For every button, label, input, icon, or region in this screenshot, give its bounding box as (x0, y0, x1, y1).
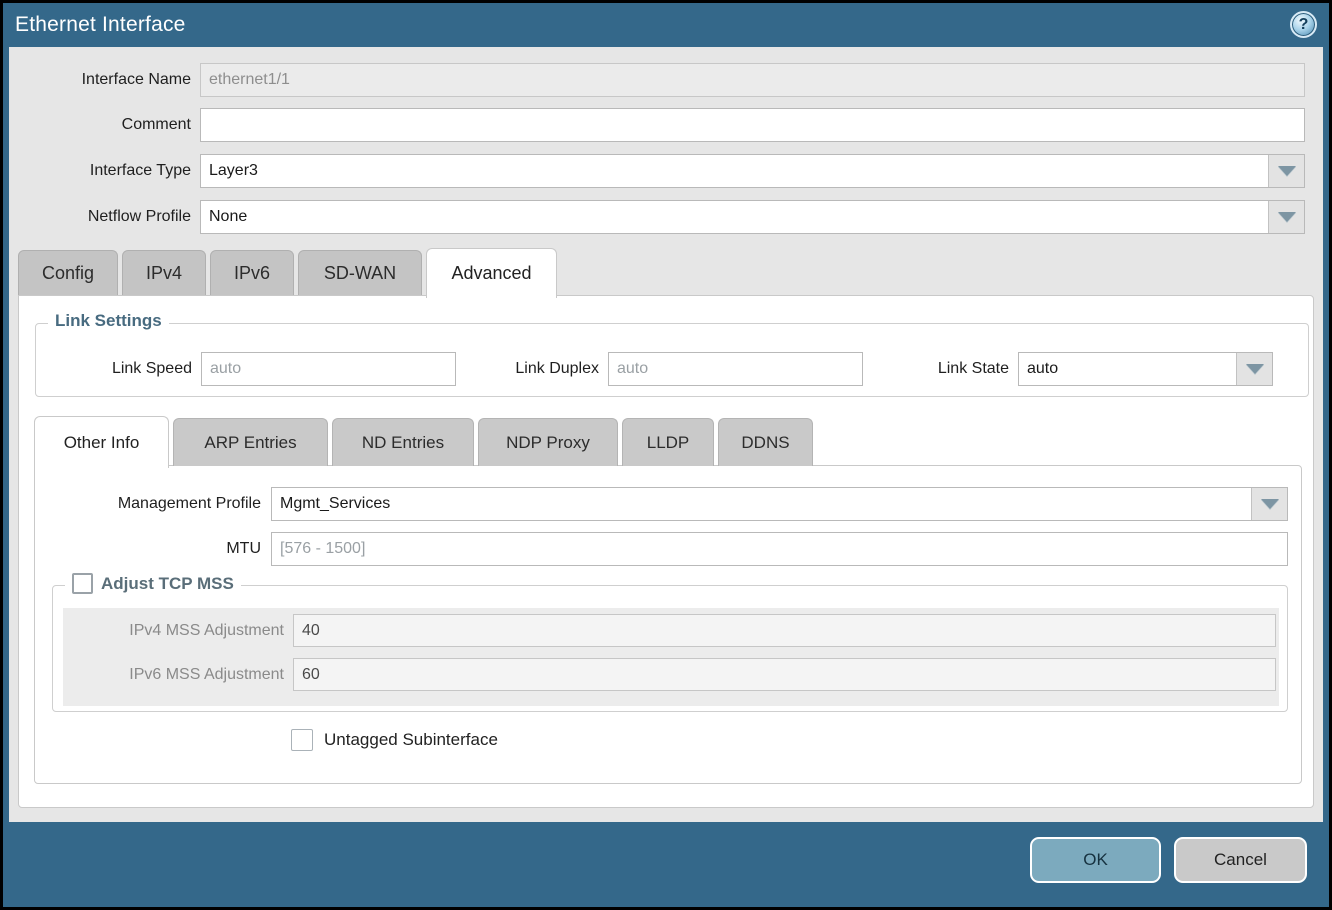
ipv4-mss-label: IPv4 MSS Adjustment (63, 622, 293, 640)
adjust-tcp-mss-legend: Adjust TCP MSS (65, 573, 241, 594)
netflow-profile-row: Netflow Profile None (9, 200, 1305, 234)
ethernet-interface-dialog: Ethernet Interface ? Interface Name Comm… (0, 0, 1332, 910)
title-bar: Ethernet Interface ? (3, 3, 1329, 47)
adjust-tcp-mss-checkbox[interactable] (72, 573, 93, 594)
ipv4-mss-row: IPv4 MSS Adjustment 40 (63, 614, 1279, 647)
tab-arp-entries[interactable]: ARP Entries (173, 418, 328, 466)
management-profile-dropdown-button[interactable] (1251, 488, 1287, 520)
ipv4-mss-value: 40 (293, 614, 1276, 647)
tab-nd-entries[interactable]: ND Entries (332, 418, 474, 466)
ok-button[interactable]: OK (1030, 837, 1161, 883)
tab-config[interactable]: Config (18, 250, 118, 296)
link-speed-input[interactable] (201, 352, 456, 386)
help-icon[interactable]: ? (1290, 11, 1317, 38)
comment-row: Comment (9, 108, 1305, 142)
comment-input[interactable] (200, 108, 1305, 142)
link-state-value: auto (1019, 353, 1236, 385)
link-speed-label: Link Speed (36, 360, 192, 378)
link-state-label: Link State (863, 360, 1009, 378)
link-duplex-input[interactable] (608, 352, 863, 386)
tab-lldp[interactable]: LLDP (622, 418, 714, 466)
link-settings-legend: Link Settings (48, 311, 169, 331)
link-state-select[interactable]: auto (1018, 352, 1273, 386)
netflow-profile-label: Netflow Profile (9, 208, 200, 226)
link-state-dropdown-button[interactable] (1236, 353, 1272, 385)
netflow-profile-select[interactable]: None (200, 200, 1305, 234)
tab-ddns[interactable]: DDNS (718, 418, 813, 466)
management-profile-row: Management Profile Mgmt_Services (35, 487, 1288, 521)
link-settings-row: Link Speed Link Duplex Link State auto (36, 352, 1308, 386)
comment-label: Comment (9, 116, 200, 134)
chevron-down-icon (1261, 499, 1279, 509)
footer-bar: OK Cancel (3, 822, 1329, 907)
netflow-profile-dropdown-button[interactable] (1268, 201, 1304, 233)
untagged-subinterface-checkbox[interactable] (291, 729, 313, 751)
mtu-label: MTU (35, 540, 271, 558)
chevron-down-icon (1278, 166, 1296, 176)
interface-type-row: Interface Type Layer3 (9, 154, 1305, 188)
ipv6-mss-row: IPv6 MSS Adjustment 60 (63, 658, 1279, 691)
tab-ndp-proxy[interactable]: NDP Proxy (478, 418, 618, 466)
inner-tab-bar: Other Info ARP Entries ND Entries NDP Pr… (34, 414, 817, 466)
link-settings-fieldset: Link Settings Link Speed Link Duplex Lin… (35, 323, 1309, 397)
mtu-input[interactable] (271, 532, 1288, 566)
tab-advanced[interactable]: Advanced (426, 248, 557, 298)
link-duplex-label: Link Duplex (456, 360, 599, 378)
main-tab-bar: Config IPv4 IPv6 SD-WAN Advanced (18, 246, 561, 296)
dialog-content: Interface Name Comment Interface Type La… (9, 47, 1323, 822)
interface-name-label: Interface Name (9, 71, 200, 89)
mtu-row: MTU (35, 532, 1288, 566)
help-icon-glyph: ? (1299, 16, 1309, 34)
other-info-panel: Management Profile Mgmt_Services MTU Adj… (34, 465, 1302, 784)
cancel-button[interactable]: Cancel (1174, 837, 1307, 883)
untagged-subinterface-label: Untagged Subinterface (324, 730, 498, 750)
netflow-profile-value: None (201, 201, 1268, 233)
interface-type-dropdown-button[interactable] (1268, 155, 1304, 187)
tab-ipv6[interactable]: IPv6 (210, 250, 294, 296)
mss-disabled-block: IPv4 MSS Adjustment 40 IPv6 MSS Adjustme… (63, 608, 1279, 706)
interface-name-row: Interface Name (9, 63, 1305, 97)
untagged-subinterface-row: Untagged Subinterface (291, 729, 498, 751)
tab-sd-wan[interactable]: SD-WAN (298, 250, 422, 296)
interface-type-label: Interface Type (9, 162, 200, 180)
interface-type-select[interactable]: Layer3 (200, 154, 1305, 188)
management-profile-label: Management Profile (35, 495, 271, 513)
advanced-tab-panel: Link Settings Link Speed Link Duplex Lin… (18, 295, 1314, 808)
dialog-title: Ethernet Interface (15, 13, 186, 37)
chevron-down-icon (1246, 364, 1264, 374)
management-profile-value: Mgmt_Services (272, 488, 1251, 520)
ipv6-mss-value: 60 (293, 658, 1276, 691)
tab-other-info[interactable]: Other Info (34, 416, 169, 468)
adjust-tcp-mss-fieldset: Adjust TCP MSS IPv4 MSS Adjustment 40 IP… (52, 585, 1288, 712)
ipv6-mss-label: IPv6 MSS Adjustment (63, 666, 293, 684)
tab-ipv4[interactable]: IPv4 (122, 250, 206, 296)
management-profile-select[interactable]: Mgmt_Services (271, 487, 1288, 521)
interface-type-value: Layer3 (201, 155, 1268, 187)
chevron-down-icon (1278, 212, 1296, 222)
interface-name-input (200, 63, 1305, 97)
adjust-tcp-mss-legend-text: Adjust TCP MSS (101, 574, 234, 594)
